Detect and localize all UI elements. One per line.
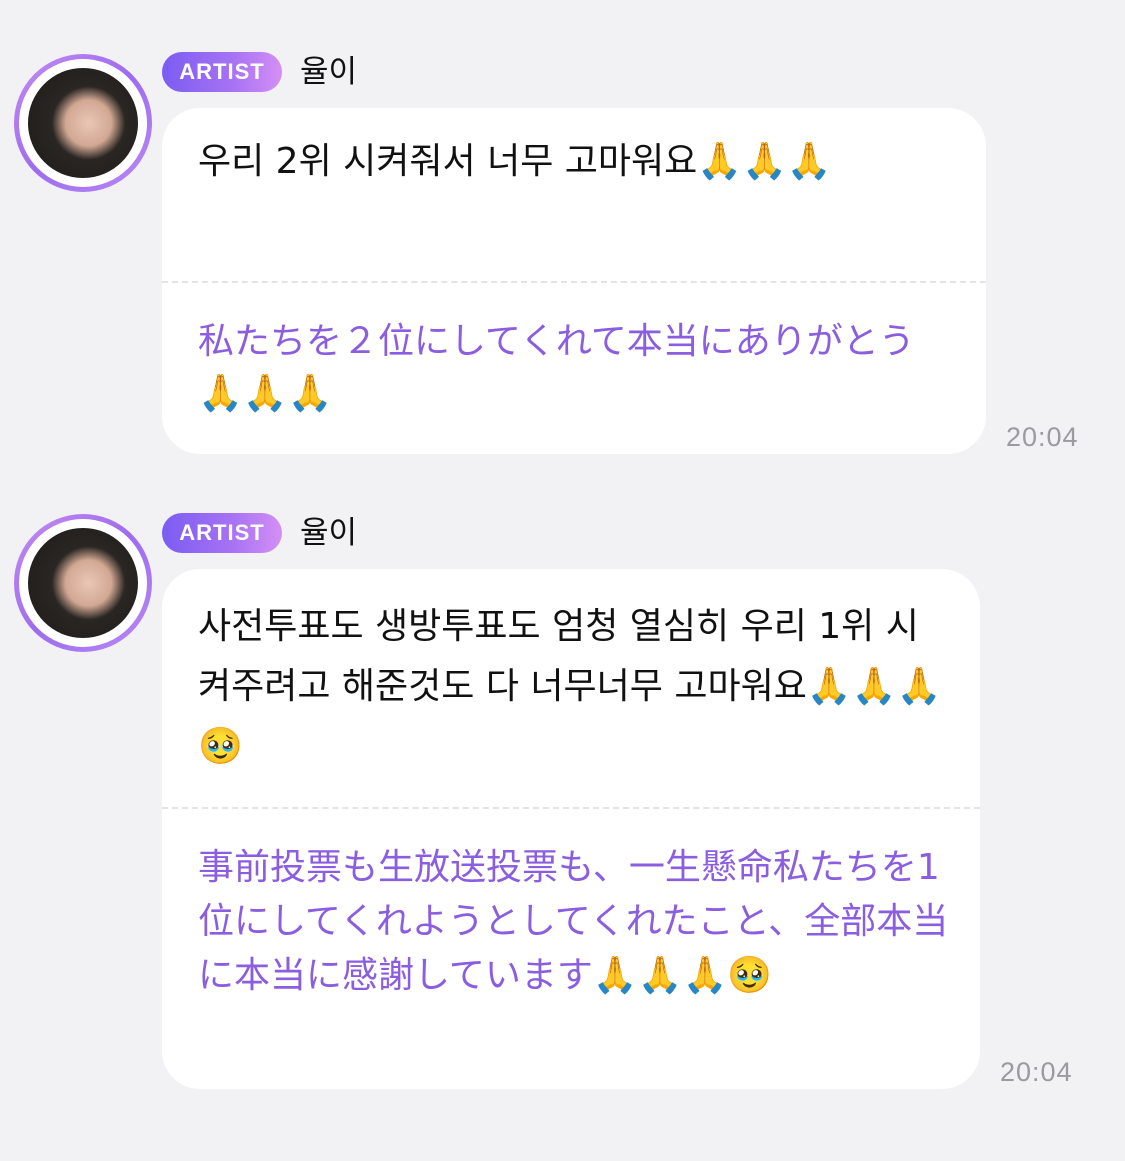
artist-badge: ARTIST <box>162 52 282 92</box>
avatar-ring <box>19 59 147 187</box>
artist-badge: ARTIST <box>162 513 282 553</box>
sender-name[interactable]: 율이 <box>300 513 357 553</box>
translation-text: 私たちを２位にしてくれて本当にありがとう🙏🙏🙏 <box>198 321 915 414</box>
avatar-ring <box>19 519 147 647</box>
timestamp: 20:04 <box>1006 422 1079 452</box>
sender-name[interactable]: 율이 <box>300 52 357 92</box>
avatar-photo <box>28 528 138 638</box>
message-bubble[interactable]: 사전투표도 생방투표도 엄청 열심히 우리 1위 시켜주려고 해준것도 다 너무… <box>162 569 980 1089</box>
message-bubble[interactable]: 우리 2위 시켜줘서 너무 고마워요🙏🙏🙏 私たちを２位にしてくれて本当にありが… <box>162 108 986 454</box>
artist-avatar[interactable] <box>14 54 152 192</box>
translation-text: 事前投票も生放送投票も、一生懸命私たちを1位にしてくれようとしてくれたこと、全部… <box>198 847 949 996</box>
original-text: 우리 2위 시켜줘서 너무 고마워요🙏🙏🙏 <box>198 141 832 182</box>
original-text: 사전투표도 생방투표도 엄청 열심히 우리 1위 시켜주려고 해준것도 다 너무… <box>198 606 942 767</box>
avatar-photo <box>28 68 138 178</box>
translation-divider <box>162 807 980 809</box>
translation-divider <box>162 281 986 283</box>
artist-avatar[interactable] <box>14 514 152 652</box>
timestamp: 20:04 <box>1000 1057 1073 1087</box>
